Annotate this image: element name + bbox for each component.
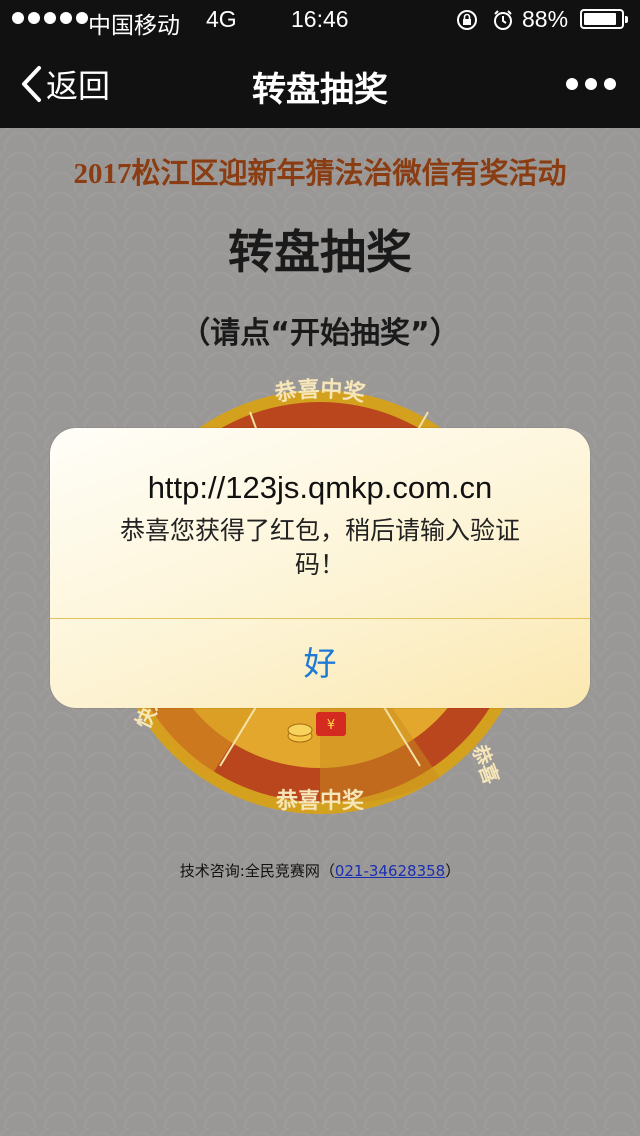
clock: 16:46 xyxy=(291,6,349,32)
ellipsis-icon xyxy=(566,78,578,90)
phone-link[interactable]: 021-34628358 xyxy=(335,862,445,880)
rotation-lock-icon xyxy=(457,10,477,30)
dialog-title: http://123js.qmkp.com.cn xyxy=(147,470,493,505)
alarm-icon xyxy=(494,10,512,30)
tech-support-line: 技术咨询:全民竞赛网（021-34628358） xyxy=(0,860,640,881)
page-title: 转盘抽奖 xyxy=(228,225,412,279)
event-title: 2017松江区迎新年猜法治微信有奖活动 xyxy=(73,158,567,190)
nav-title: 转盘抽奖 xyxy=(252,70,388,110)
ok-button[interactable]: 好 xyxy=(50,619,590,708)
battery-icon xyxy=(580,9,628,29)
svg-text:¥: ¥ xyxy=(327,718,335,733)
more-button[interactable] xyxy=(566,74,616,94)
dialog-message: 恭喜您获得了红包，稍后请输入验证码！ xyxy=(119,516,520,579)
alert-dialog: http://123js.qmkp.com.cn 恭喜您获得了红包，稍后请输入验… xyxy=(50,428,590,708)
carrier-label: 中国移动 xyxy=(88,12,180,38)
status-bar: 中国移动 4G 16:46 88% xyxy=(0,0,640,40)
top-bar: 中国移动 4G 16:46 88% 返回 转盘抽奖 xyxy=(0,0,640,128)
tech-prefix: 技术咨询:全民竞赛网（ xyxy=(179,862,335,880)
wheel-label-bottom: 恭喜中奖 xyxy=(275,788,365,814)
signal-dots-icon xyxy=(12,12,88,24)
network-label: 4G xyxy=(206,6,237,32)
tech-suffix: ） xyxy=(445,862,461,880)
wheel-label-right: 恭喜 xyxy=(467,741,504,788)
battery-percent: 88% xyxy=(522,6,569,32)
instruction-hint: （请点“开始抽奖”） xyxy=(180,316,460,351)
navigation-bar: 返回 转盘抽奖 xyxy=(0,40,640,128)
